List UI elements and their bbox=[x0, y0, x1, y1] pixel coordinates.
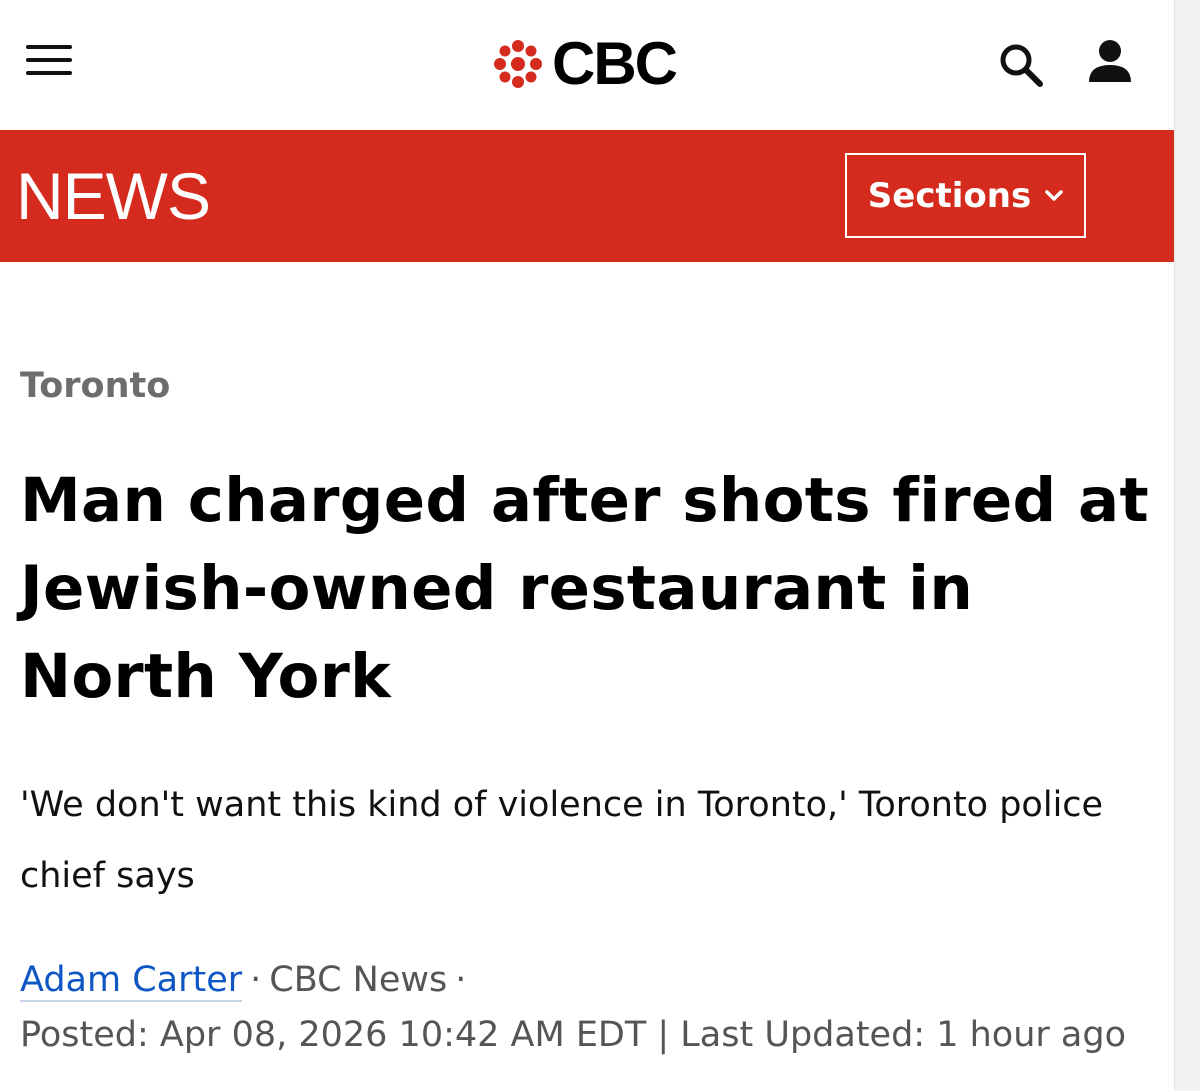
user-icon[interactable] bbox=[1086, 38, 1134, 86]
byline-separator: · bbox=[250, 960, 262, 1000]
search-icon[interactable] bbox=[996, 40, 1046, 90]
article-deck: 'We don't want this kind of violence in … bbox=[20, 785, 1104, 896]
sections-dropdown-button[interactable]: Sections bbox=[845, 153, 1086, 238]
section-title[interactable]: NEWS bbox=[16, 160, 211, 232]
byline-separator: · bbox=[455, 960, 467, 1000]
cbc-gem-icon bbox=[494, 40, 542, 88]
outlet-name: CBC News bbox=[269, 960, 448, 1000]
top-navigation-bar: CBC bbox=[0, 0, 1175, 130]
hamburger-menu-icon[interactable] bbox=[26, 45, 72, 79]
article-category[interactable]: Toronto bbox=[20, 366, 170, 406]
author-link[interactable]: Adam Carter bbox=[20, 960, 243, 1002]
posted-timestamp: Posted: Apr 08, 2026 10:42 AM EDT | Last… bbox=[20, 1015, 1126, 1055]
chevron-down-icon bbox=[1045, 189, 1063, 201]
sections-label: Sections bbox=[867, 175, 1032, 216]
brand-wordmark: CBC bbox=[552, 30, 678, 97]
byline: Adam Carter · CBC News · bbox=[20, 960, 474, 1002]
article-headline: Man charged after shots fired at Jewish-… bbox=[20, 465, 1149, 712]
cbc-logo[interactable]: CBC bbox=[492, 30, 678, 97]
scrollbar-track[interactable] bbox=[1174, 0, 1200, 1091]
